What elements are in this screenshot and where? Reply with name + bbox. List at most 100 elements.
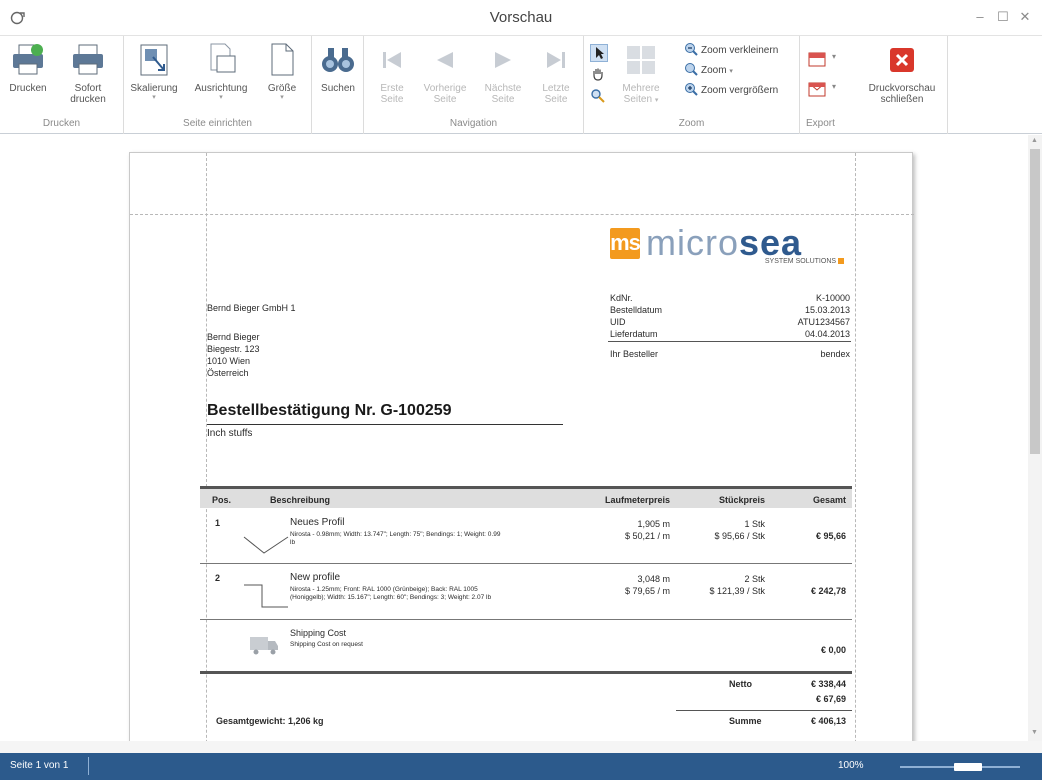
binoculars-icon	[322, 48, 354, 72]
first-page-icon	[383, 52, 401, 68]
page-indicator: Seite 1 von 1	[10, 760, 69, 771]
find-button[interactable]: Suchen	[316, 42, 360, 94]
document-heading: Bestellbestätigung Nr. G-100259	[207, 402, 452, 419]
meta-label: Bestelldatum	[610, 305, 663, 315]
export-pdf-button[interactable]: ▾	[808, 50, 842, 70]
row-pos: 2	[215, 573, 221, 583]
zoom-slider[interactable]	[900, 763, 1020, 771]
row-name: Neues Profil	[290, 517, 345, 528]
export-mail-dropdown-arrow: ▾	[832, 82, 837, 91]
meta-label: Lieferdatum	[610, 329, 658, 339]
hand-tool[interactable]	[590, 66, 608, 84]
print-group: Drucken Sofort drucken Drucken	[0, 36, 124, 134]
horizontal-scrollbar[interactable]	[0, 741, 1042, 753]
row-description: lb	[290, 539, 296, 546]
hand-icon	[593, 68, 603, 81]
scaling-icon	[140, 44, 168, 76]
status-bar: Seite 1 von 1 100%	[0, 753, 1042, 780]
row-total: € 0,00	[820, 645, 846, 655]
address-line: Bernd Bieger	[207, 332, 260, 342]
size-button[interactable]: Größe ▾	[262, 42, 302, 102]
document-page: ms microsea SYSTEM SOLUTIONS Bernd Biege…	[129, 152, 914, 741]
row-pieces: 1 Stk	[744, 519, 765, 529]
scroll-down-icon[interactable]: ▼	[1031, 729, 1038, 736]
row-total: € 242,78	[810, 586, 846, 596]
navigation-group: Erste Seite Vorherige Seite Nächste Seite L…	[364, 36, 584, 134]
minimize-button[interactable]: –	[971, 8, 989, 26]
close-preview-icon	[890, 48, 914, 72]
close-preview-button[interactable]: Druckvorschau schließen	[860, 42, 944, 105]
meta-value: K-10000	[815, 293, 850, 303]
export-caption: Export	[806, 118, 835, 129]
orientation-button[interactable]: Ausrichtung ▾	[192, 42, 250, 102]
print-group-caption: Drucken	[42, 118, 81, 129]
row-meters: 3,048 m	[637, 574, 670, 584]
magnifier-icon	[591, 89, 605, 103]
meta-divider	[608, 341, 851, 342]
heading-underline	[207, 424, 563, 425]
scroll-up-icon[interactable]: ▲	[1031, 137, 1038, 144]
logo-wordmark: microsea	[646, 222, 803, 263]
totals-divider	[200, 671, 852, 674]
zoom-out-button[interactable]: Zoom verkleinern	[684, 42, 778, 60]
export-mail-icon	[808, 82, 826, 97]
quick-printer-icon	[73, 44, 103, 75]
last-page-icon	[547, 52, 565, 68]
tax-value: € 67,69	[815, 694, 846, 704]
col-header-description: Beschreibung	[270, 495, 331, 505]
page-setup-group: Skalierung ▾ Ausrichtung ▾ Größe ▾ Seite ei…	[124, 36, 312, 134]
logo-mark: ms	[610, 228, 641, 259]
meta-value: 04.04.2013	[804, 329, 850, 339]
logo-tagline: SYSTEM SOLUTIONS	[690, 258, 844, 265]
vertical-scroll-thumb[interactable]	[1030, 149, 1040, 454]
export-mail-button[interactable]: ▾	[808, 80, 842, 100]
row-divider	[200, 619, 852, 620]
pointer-tool[interactable]	[590, 44, 608, 62]
export-pdf-icon	[808, 52, 826, 67]
window-title: Vorschau	[489, 9, 553, 26]
previous-page-icon	[437, 52, 453, 68]
zoom-group: Mehrere Seiten ▾ Zoom verkleinern Zoom ▾ …	[584, 36, 800, 134]
margin-guide-top	[130, 214, 914, 215]
address-line: Österreich	[207, 368, 249, 378]
multiple-pages-icon	[627, 46, 655, 74]
scaling-button[interactable]: Skalierung ▾	[128, 42, 180, 102]
row-meters: 1,905 m	[637, 519, 670, 529]
meta-label: UID	[610, 317, 626, 327]
zoom-icon	[685, 63, 698, 76]
truck-icon	[250, 637, 278, 655]
row-pieces: 2 Stk	[744, 574, 765, 584]
document-subheading: Inch stuffs	[207, 428, 253, 439]
print-button[interactable]: Drucken	[6, 42, 50, 94]
page-setup-caption: Seite einrichten	[183, 118, 252, 129]
previous-page-button[interactable]: Vorherige Seite	[422, 42, 468, 105]
row-name: New profile	[290, 572, 341, 583]
next-page-button[interactable]: Nächste Seite	[480, 42, 526, 105]
row-description: Nirosta - 1.25mm; Front: RAL 1000 (Grünb…	[290, 586, 478, 593]
first-page-button[interactable]: Erste Seite	[372, 42, 412, 105]
quick-print-button[interactable]: Sofort drucken	[62, 42, 114, 105]
zoom-caption: Zoom	[678, 118, 705, 129]
status-separator	[88, 757, 89, 775]
maximize-button[interactable]: ☐	[994, 8, 1012, 26]
row-name: Shipping Cost	[290, 628, 347, 638]
zoom-in-button[interactable]: Zoom vergrößern	[684, 82, 778, 100]
magnifier-tool[interactable]	[590, 88, 608, 106]
last-page-button[interactable]: Letzte Seite	[536, 42, 576, 105]
orderer-label: Ihr Besteller	[610, 349, 659, 359]
row-meter-price: $ 79,65 / m	[624, 586, 670, 596]
zoom-level: 100%	[838, 760, 864, 771]
row-description: Shipping Cost on request	[290, 641, 363, 648]
zoom-dropdown[interactable]: Zoom ▾	[684, 62, 733, 80]
multiple-pages-button[interactable]: Mehrere Seiten ▾	[618, 42, 664, 106]
close-window-button[interactable]: ✕	[1016, 8, 1034, 26]
row-pos: 1	[215, 518, 221, 528]
zoom-slider-thumb[interactable]	[954, 763, 982, 771]
preview-area: ms microsea SYSTEM SOLUTIONS Bernd Biege…	[0, 135, 1042, 741]
printer-icon	[13, 44, 43, 75]
orientation-icon	[210, 43, 236, 73]
total-weight: Gesamtgewicht: 1,206 kg	[216, 716, 324, 726]
vertical-scrollbar[interactable]: ▲ ▼	[1028, 135, 1042, 741]
col-header-unit-price: Stückpreis	[718, 495, 765, 505]
profile-thumbnail	[243, 536, 289, 554]
